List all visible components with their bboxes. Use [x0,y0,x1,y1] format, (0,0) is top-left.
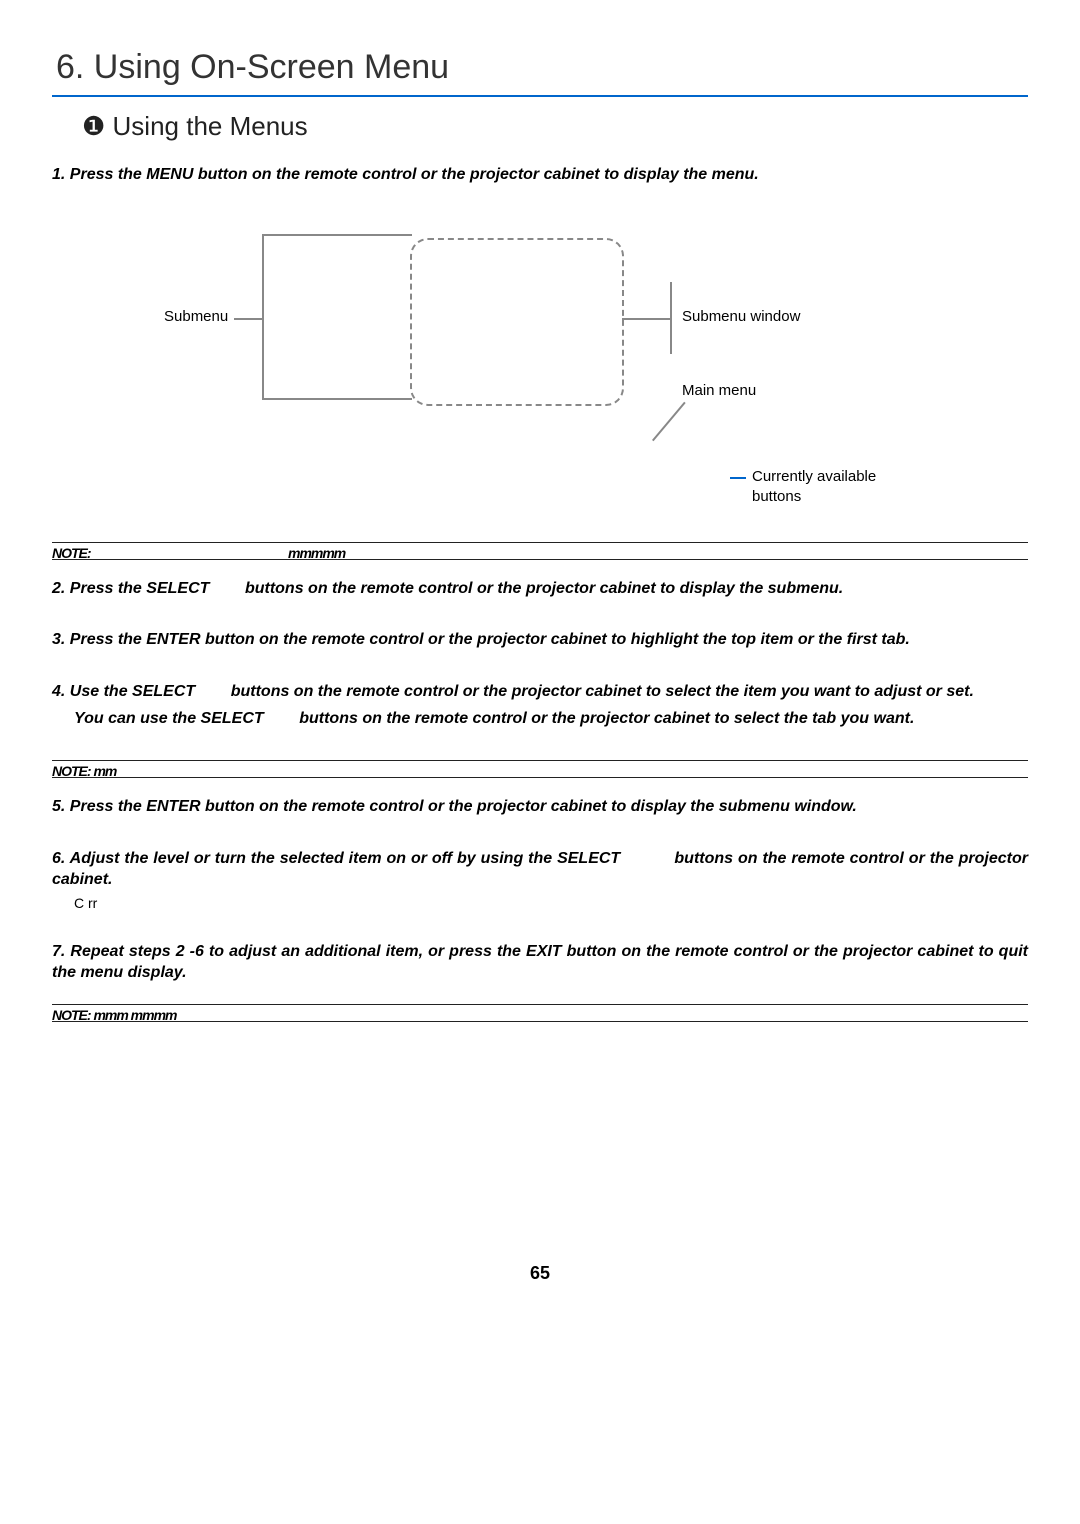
page-number: 65 [0,1263,1080,1284]
note-bar-2: NOTE: mm [52,760,1028,778]
step-6-line1: 6. Adjust the level or turn the selected… [52,848,1028,891]
chapter-title: 6. Using On-Screen Menu [56,48,1028,87]
label-submenu: Submenu [164,308,228,325]
step-1: 1. Press the MENU button on the remote c… [52,164,1028,186]
step-7: 7. Repeat steps 2 -6 to adjust an additi… [52,941,1028,984]
menu-diagram: Submenu Submenu window Main menu Current… [52,202,1028,532]
label-available-buttons-2: buttons [752,488,801,505]
label-submenu-window: Submenu window [682,308,800,325]
step-5: 5. Press the ENTER button on the remote … [52,796,1028,818]
step-3: 3. Press the ENTER button on the remote … [52,629,1028,651]
step-6-line2: C rr [74,895,1028,911]
step-2: 2. Press the SELECT buttons on the remot… [52,578,1028,600]
note-bar-3: NOTE: mmm mmmm [52,1004,1028,1022]
step-4-line1: 4. Use the SELECT buttons on the remote … [52,681,1028,703]
step-4-line2: You can use the SELECT buttons on the re… [74,708,1028,730]
section-title: ❶ Using the Menus [82,111,1028,142]
note-bar-1: NOTE: mmmmm [52,542,1028,560]
label-main-menu: Main menu [682,382,756,399]
label-available-buttons-1: Currently available [752,468,876,485]
horizontal-rule [52,95,1028,97]
